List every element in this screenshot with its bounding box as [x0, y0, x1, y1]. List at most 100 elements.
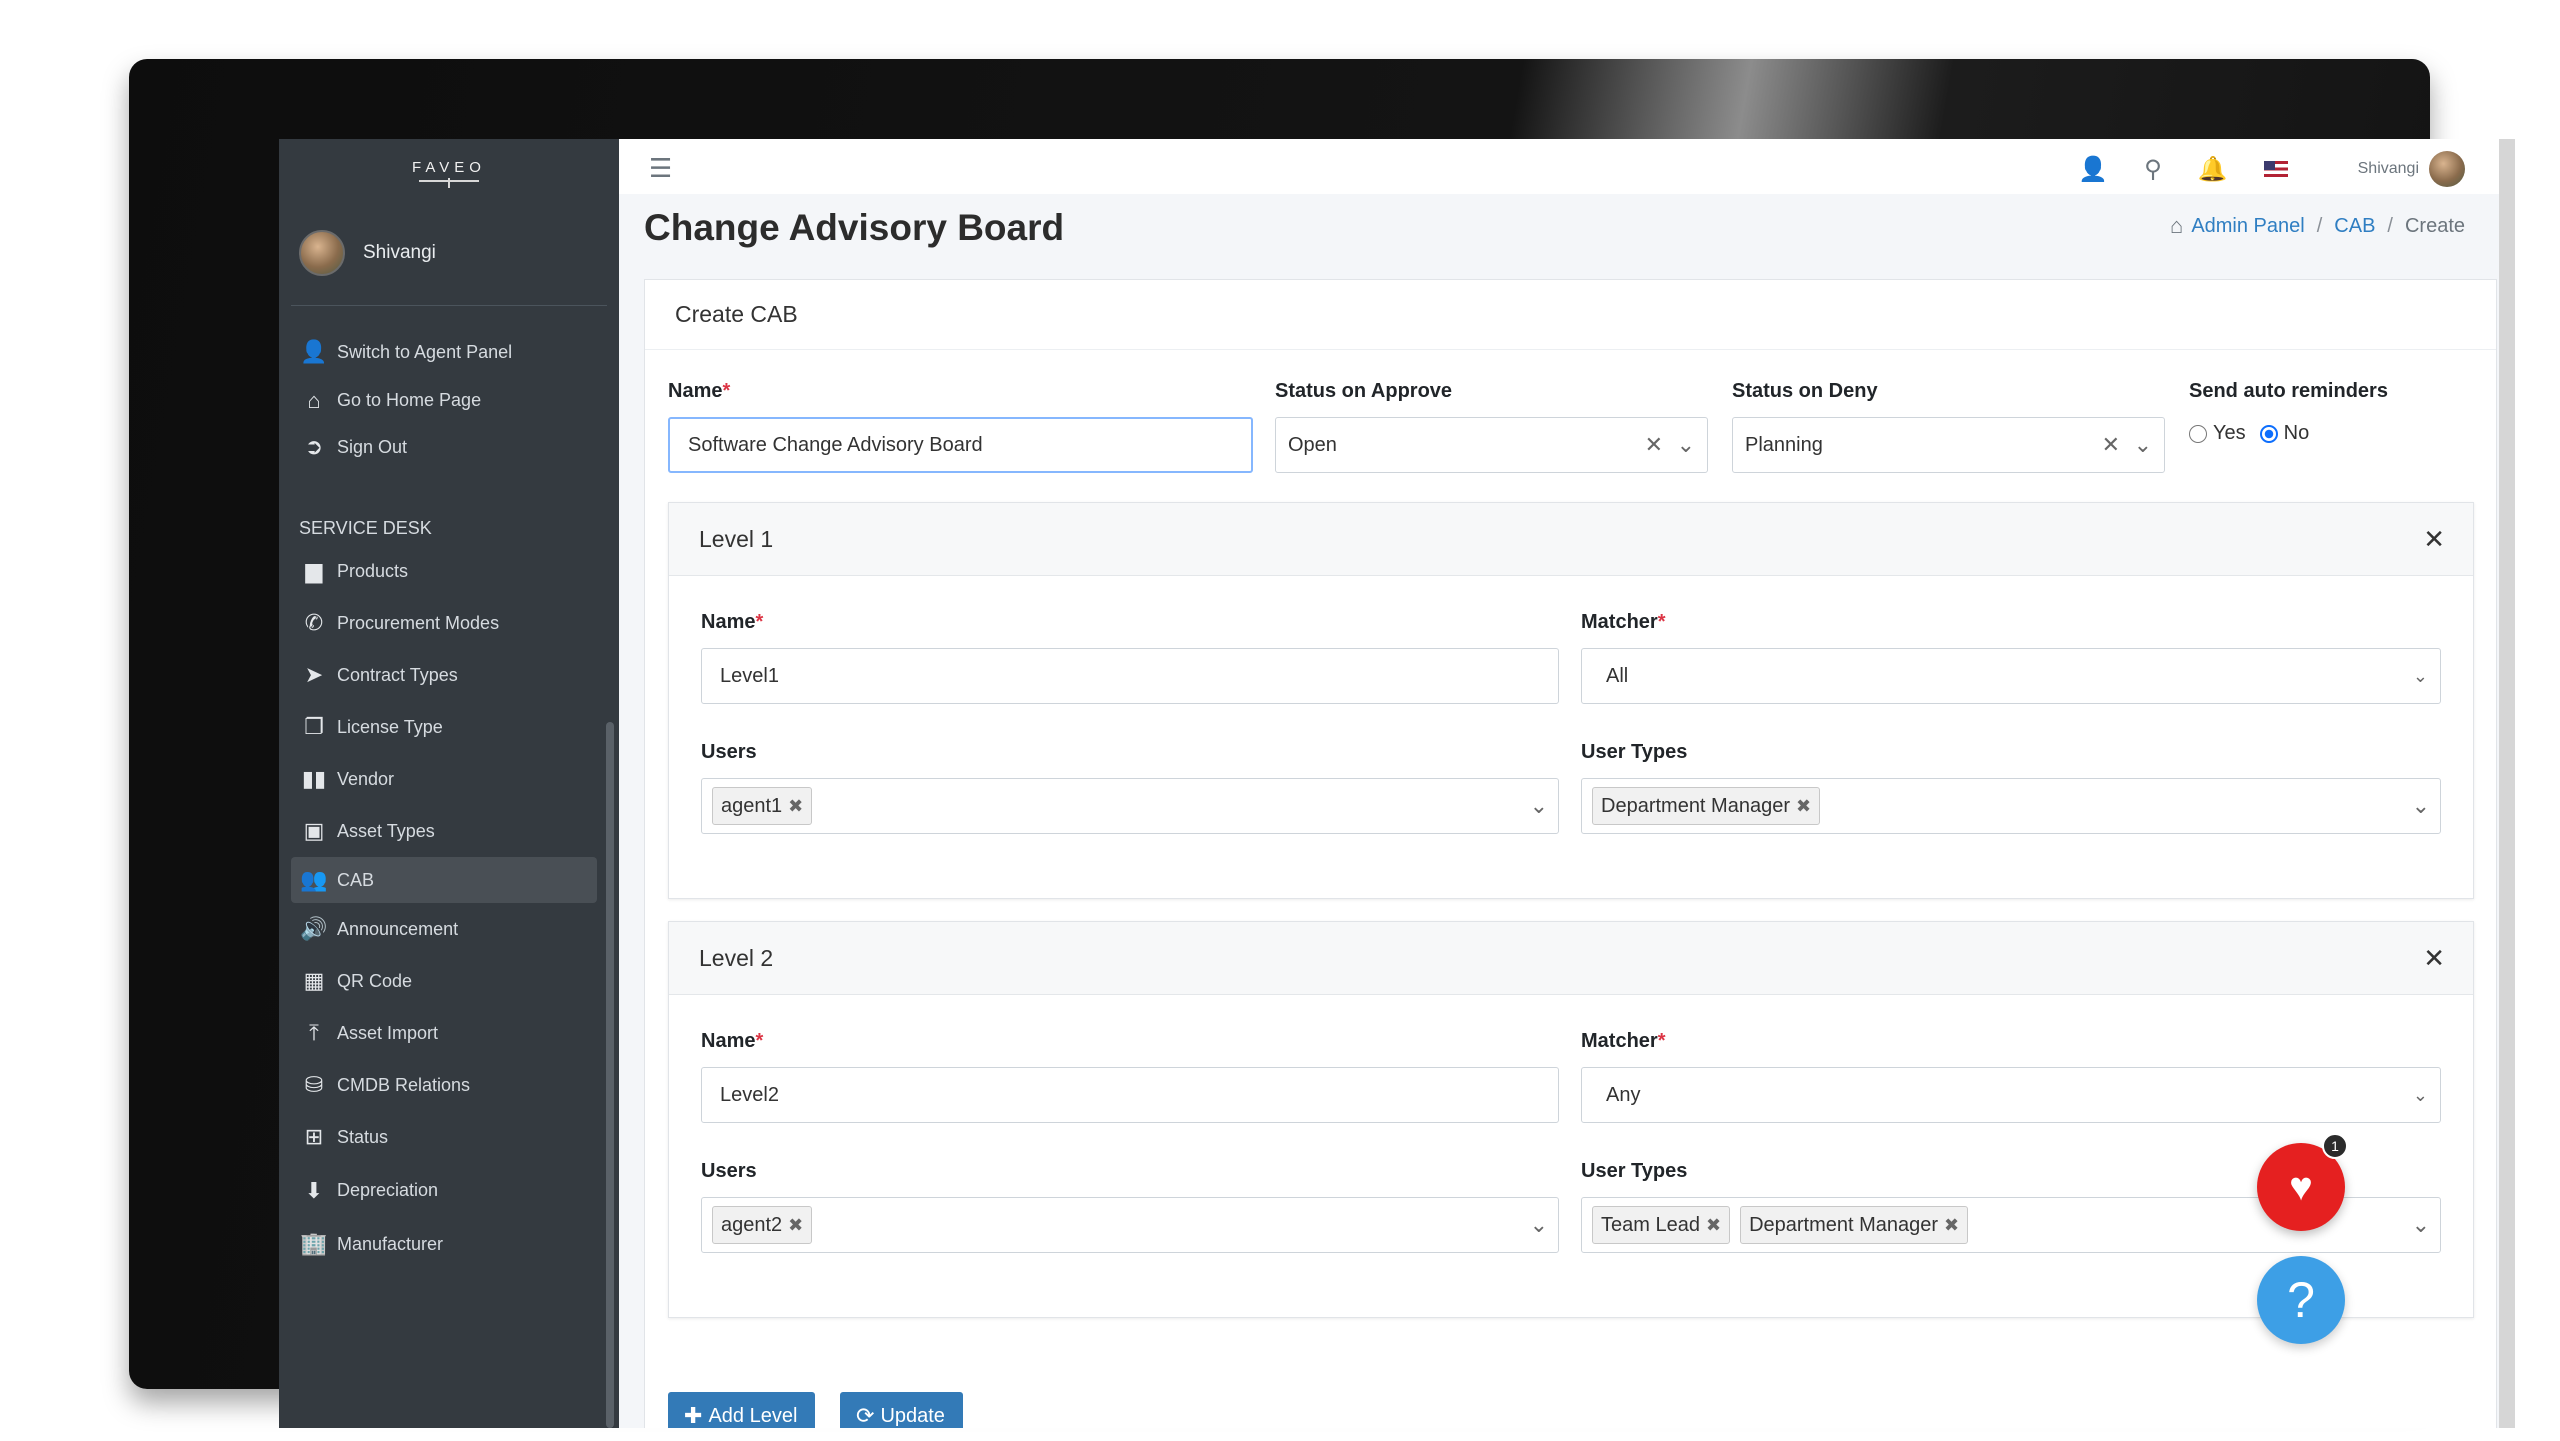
remove-tag-icon[interactable]: ✖	[1944, 1215, 1959, 1236]
breadcrumb-cab[interactable]: CAB	[2334, 215, 2375, 238]
matcher-label-text: Matcher	[1581, 611, 1658, 633]
chevron-down-icon[interactable]: ⌄	[1677, 432, 1695, 458]
sidebar-item-contract-types[interactable]: ➤ Contract Types	[279, 649, 619, 701]
remove-tag-icon[interactable]: ✖	[788, 1215, 803, 1236]
user-type-tag: Department Manager ✖	[1592, 787, 1821, 825]
level-title: Level 2	[699, 944, 774, 971]
top-user-name[interactable]: Shivangi	[2358, 160, 2419, 178]
sidebar-item-status[interactable]: ⊞ Status	[279, 1111, 619, 1163]
user-types-label: User Types	[1581, 741, 1688, 763]
level-2-users-multiselect[interactable]: agent2 ✖ ⌄	[701, 1197, 1559, 1253]
status-deny-select[interactable]: Planning ✕ ⌄	[1732, 417, 2165, 473]
sidebar-item-manufacturer[interactable]: 🏢 Manufacturer	[279, 1218, 619, 1270]
level-2-header: Level 2 ✕	[669, 922, 2473, 995]
level-1-users-multiselect[interactable]: agent1 ✖ ⌄	[701, 778, 1559, 834]
add-level-button[interactable]: ✚ Add Level	[668, 1392, 816, 1428]
level-1-name-input[interactable]: Level1	[701, 648, 1559, 704]
page-title: Change Advisory Board	[644, 207, 1065, 248]
user-settings-icon[interactable]: 👤	[2078, 155, 2108, 184]
sidebar-scrollbar[interactable]	[606, 722, 614, 1428]
breadcrumb-separator: /	[2316, 214, 2323, 237]
sidebar-item-asset-types[interactable]: ▣ Asset Types	[279, 805, 619, 857]
briefcase-icon: ▣	[303, 818, 325, 843]
bell-icon[interactable]: 🔔	[2198, 155, 2228, 184]
sidebar-item-depreciation[interactable]: ⬇ Depreciation	[279, 1163, 619, 1218]
close-icon[interactable]: ✕	[2423, 943, 2445, 974]
sidebar-item-home[interactable]: ⌂ Go to Home Page	[279, 378, 619, 423]
sidebar-item-label: Vendor	[337, 768, 395, 789]
sidebar-item-procurement-modes[interactable]: ✆ Procurement Modes	[279, 597, 619, 649]
level-2-name-input[interactable]: Level2	[701, 1067, 1559, 1123]
sign-out-icon: ➲	[304, 434, 324, 459]
user-type-tag: Department Manager ✖	[1740, 1206, 1969, 1244]
brand-line	[419, 177, 479, 188]
sidebar-item-license-type[interactable]: ❐ License Type	[279, 701, 619, 753]
plus-square-icon: ⊞	[304, 1124, 324, 1149]
remove-tag-icon[interactable]: ✖	[1706, 1215, 1721, 1236]
update-label: Update	[880, 1404, 945, 1427]
brand-logo[interactable]: FAVEO	[279, 139, 619, 201]
sidebar-item-switch-agent[interactable]: 👤 Switch to Agent Panel	[279, 326, 619, 378]
avatar[interactable]	[2429, 151, 2465, 187]
search-icon[interactable]: ⚲	[2144, 155, 2162, 184]
status-approve-select[interactable]: Open ✕ ⌄	[1275, 417, 1708, 473]
clear-icon[interactable]: ✕	[2102, 432, 2120, 458]
sidebar-user-panel[interactable]: Shivangi	[291, 201, 607, 306]
home-icon[interactable]: ⌂	[2170, 213, 2183, 239]
sidebar-item-vendor[interactable]: ▮▮ Vendor	[279, 753, 619, 805]
chevron-down-icon[interactable]: ⌄	[1530, 793, 1548, 819]
sidebar-item-sign-out[interactable]: ➲ Sign Out	[279, 423, 619, 471]
update-button[interactable]: ⟳ Update	[840, 1392, 963, 1428]
clear-icon[interactable]: ✕	[1645, 432, 1663, 458]
database-icon: ⛁	[304, 1072, 324, 1097]
level-1-user-types-multiselect[interactable]: Department Manager ✖ ⌄	[1581, 778, 2441, 834]
sidebar-item-asset-import[interactable]: ⤒ Asset Import	[279, 1007, 619, 1059]
chevron-down-icon[interactable]: ⌄	[2134, 432, 2152, 458]
sidebar-item-cmdb-relations[interactable]: ⛁ CMDB Relations	[279, 1059, 619, 1111]
sidebar-item-announcement[interactable]: 🔊 Announcement	[279, 903, 619, 955]
sidebar-item-label: Go to Home Page	[337, 390, 482, 410]
level-name-label: Name*	[701, 1030, 763, 1053]
matcher-label-text: Matcher	[1581, 1030, 1658, 1052]
sidebar-item-products[interactable]: ▆ Products	[279, 545, 619, 597]
sidebar-item-qr-code[interactable]: ▦ QR Code	[279, 955, 619, 1007]
breadcrumb-admin-panel[interactable]: Admin Panel	[2191, 215, 2304, 238]
level-name-label-text: Name	[701, 611, 756, 633]
remove-tag-icon[interactable]: ✖	[788, 796, 803, 817]
user-tag: agent1 ✖	[712, 787, 813, 825]
required-marker: *	[722, 380, 731, 402]
status-approve-value: Open	[1288, 433, 1337, 456]
avatar	[299, 230, 345, 276]
sidebar-item-label: Products	[337, 560, 409, 581]
reminder-yes-radio[interactable]	[2189, 424, 2207, 443]
language-flag-icon[interactable]	[2263, 161, 2288, 177]
required-marker: *	[1657, 1030, 1666, 1052]
sidebar-item-cab[interactable]: 👥 CAB	[291, 857, 597, 903]
reminder-yes-label: Yes	[2213, 422, 2246, 444]
copy-icon: ❐	[304, 714, 324, 739]
sidebar-item-label: Depreciation	[337, 1180, 439, 1200]
sidebar-item-label: Contract Types	[337, 664, 458, 685]
heartbeat-icon: ♥	[2289, 1164, 2313, 1209]
sidebar-item-label: Procurement Modes	[337, 612, 500, 633]
chevron-down-icon[interactable]: ⌄	[1530, 1212, 1548, 1238]
hamburger-menu-icon[interactable]: ☰	[649, 153, 672, 184]
required-marker: *	[755, 1030, 764, 1052]
chevron-down-icon[interactable]: ⌄	[2412, 1212, 2430, 1238]
remove-tag-icon[interactable]: ✖	[1796, 796, 1811, 817]
chevron-down-icon: ⌄	[2412, 1084, 2428, 1105]
close-icon[interactable]: ✕	[2423, 524, 2445, 555]
cab-name-input[interactable]: Software Change Advisory Board	[668, 417, 1253, 473]
help-button[interactable]: ?	[2257, 1256, 2345, 1344]
sidebar-item-label: CMDB Relations	[337, 1074, 471, 1095]
chevron-down-icon: ⌄	[2412, 665, 2428, 686]
level-2-matcher-select[interactable]: Any ⌄	[1581, 1067, 2441, 1123]
chevron-down-icon[interactable]: ⌄	[2412, 793, 2430, 819]
reminder-no-radio[interactable]	[2259, 424, 2278, 443]
page-scrollbar[interactable]	[2499, 139, 2515, 1428]
sidebar-item-label: Asset Types	[337, 820, 435, 841]
plus-icon: ✚	[684, 1403, 703, 1428]
sidebar-item-label: Manufacturer	[337, 1233, 444, 1254]
sidebar-user-name: Shivangi	[363, 242, 436, 263]
level-1-matcher-select[interactable]: All ⌄	[1581, 648, 2441, 704]
